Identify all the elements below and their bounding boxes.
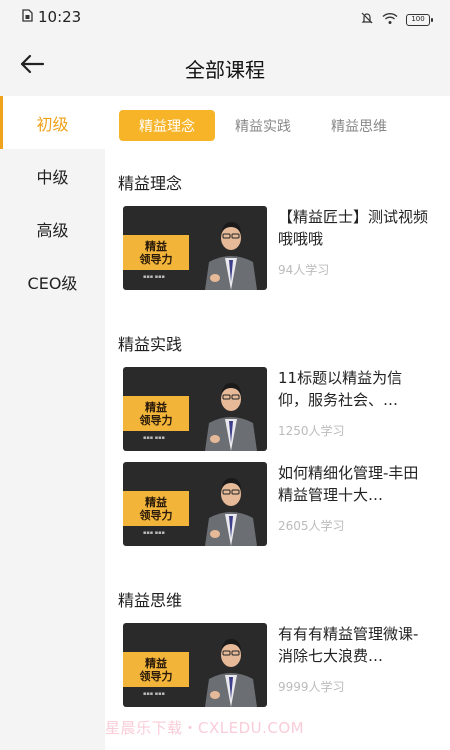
tab-lean-practice[interactable]: 精益实践 bbox=[215, 110, 311, 141]
learner-count: 2605人学习 bbox=[278, 519, 345, 533]
thumbnail-caption: ▪▪▪ ▪▪▪ bbox=[143, 691, 165, 697]
status-left: 10:23 bbox=[22, 8, 81, 26]
course-thumbnail: 精益 领导力 ▪▪▪ ▪▪▪ bbox=[123, 462, 267, 546]
sidebar-item-label: 中级 bbox=[36, 167, 69, 187]
sidebar-item-label: CEO级 bbox=[27, 273, 78, 293]
level-sidebar: 初级 中级 高级 CEO级 bbox=[0, 96, 105, 750]
course-thumbnail: 精益 领导力 ▪▪▪ ▪▪▪ bbox=[123, 206, 267, 290]
course-card[interactable]: 精益 领导力 ▪▪▪ ▪▪▪ 11标题以精益为信仰，服务社会、… 1250人学习 bbox=[123, 367, 443, 451]
thumbnail-badge: 精益 领导力 bbox=[123, 235, 189, 270]
presenter-image bbox=[205, 639, 257, 707]
thumbnail-caption: ▪▪▪ ▪▪▪ bbox=[143, 530, 165, 536]
presenter-image bbox=[205, 478, 257, 546]
course-card[interactable]: 精益 领导力 ▪▪▪ ▪▪▪ 【精益匠士】测试视频哦哦哦 94人学习 bbox=[123, 206, 443, 290]
page-title: 全部课程 bbox=[185, 58, 265, 82]
sidebar-item-advanced[interactable]: 高级 bbox=[0, 202, 105, 255]
learner-count: 94人学习 bbox=[278, 263, 330, 277]
presenter-image bbox=[205, 222, 257, 290]
watermark: 星晨乐下载・CXLEDU.COM bbox=[105, 719, 305, 737]
category-tabs: 精益理念 精益实践 精益思维 bbox=[119, 110, 407, 141]
header: 全部课程 bbox=[0, 36, 450, 96]
tab-lean-thinking[interactable]: 精益思维 bbox=[311, 110, 407, 141]
course-thumbnail: 精益 领导力 ▪▪▪ ▪▪▪ bbox=[123, 367, 267, 451]
learner-count: 9999人学习 bbox=[278, 680, 345, 694]
course-title: 如何精细化管理-丰田精益管理十大… bbox=[278, 464, 419, 504]
course-title: 【精益匠士】测试视频哦哦哦 bbox=[278, 208, 428, 248]
section-title: 精益实践 bbox=[118, 335, 183, 354]
sidebar-item-intermediate[interactable]: 中级 bbox=[0, 149, 105, 202]
course-card[interactable]: 精益 领导力 ▪▪▪ ▪▪▪ 有有有精益管理微课-消除七大浪费… 9999人学习 bbox=[123, 623, 443, 707]
status-right: 100 bbox=[360, 10, 433, 29]
thumbnail-badge: 精益 领导力 bbox=[123, 652, 189, 687]
battery-icon: 100 bbox=[406, 13, 433, 26]
thumbnail-badge: 精益 领导力 bbox=[123, 491, 189, 526]
sidebar-item-ceo[interactable]: CEO级 bbox=[0, 255, 105, 308]
section-title: 精益理念 bbox=[118, 174, 183, 193]
status-time: 10:23 bbox=[38, 8, 82, 26]
sidebar-item-beginner[interactable]: 初级 bbox=[0, 96, 105, 149]
thumbnail-caption: ▪▪▪ ▪▪▪ bbox=[143, 274, 165, 280]
bell-off-icon bbox=[360, 10, 374, 29]
learner-count: 1250人学习 bbox=[278, 424, 345, 438]
tab-lean-concept[interactable]: 精益理念 bbox=[119, 110, 215, 141]
status-bar: 10:23 100 bbox=[0, 0, 450, 36]
course-card[interactable]: 精益 领导力 ▪▪▪ ▪▪▪ 如何精细化管理-丰田精益管理十大… 2605人学习 bbox=[123, 462, 443, 546]
course-title: 11标题以精益为信仰，服务社会、… bbox=[278, 369, 403, 409]
course-list[interactable]: 精益理念 精益实践 精益思维 精益理念 精益 领导力 ▪▪▪ ▪▪▪ 【精益匠士… bbox=[105, 96, 450, 750]
wifi-icon bbox=[382, 10, 398, 29]
thumbnail-badge: 精益 领导力 bbox=[123, 396, 189, 431]
sim-icon bbox=[22, 8, 33, 26]
section-title: 精益思维 bbox=[118, 591, 183, 610]
thumbnail-caption: ▪▪▪ ▪▪▪ bbox=[143, 435, 165, 441]
sidebar-item-label: 初级 bbox=[36, 114, 69, 134]
course-title: 有有有精益管理微课-消除七大浪费… bbox=[278, 625, 419, 665]
course-thumbnail: 精益 领导力 ▪▪▪ ▪▪▪ bbox=[123, 623, 267, 707]
sidebar-item-label: 高级 bbox=[36, 220, 69, 240]
presenter-image bbox=[205, 383, 257, 451]
